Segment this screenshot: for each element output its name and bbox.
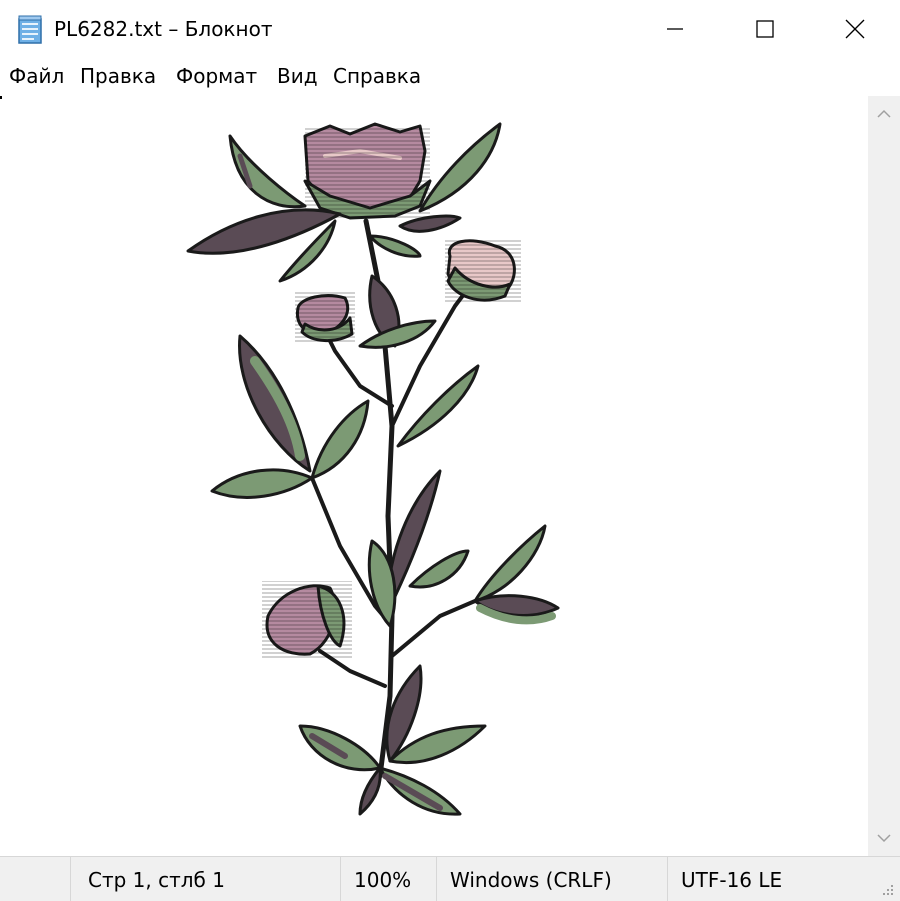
menu-view[interactable]: Вид bbox=[277, 64, 318, 88]
close-button[interactable] bbox=[810, 0, 900, 58]
maximize-icon bbox=[756, 20, 774, 38]
minimize-icon bbox=[667, 28, 683, 30]
status-bar: Стр 1, стлб 1 100% Windows (CRLF) UTF-16… bbox=[0, 856, 900, 901]
menu-edit[interactable]: Правка bbox=[80, 64, 156, 88]
title-bar[interactable]: PL6282.txt – Блокнот bbox=[0, 0, 900, 58]
status-encoding: UTF-16 LE bbox=[681, 868, 783, 892]
status-divider bbox=[340, 857, 341, 901]
notepad-icon bbox=[16, 15, 44, 45]
menu-file[interactable]: Файл bbox=[9, 64, 64, 88]
flower-ascii-art bbox=[186, 122, 560, 816]
close-icon bbox=[845, 19, 865, 39]
vertical-scrollbar[interactable] bbox=[868, 96, 900, 856]
menu-bar: Файл Правка Формат Вид Справка bbox=[0, 58, 900, 97]
text-caret bbox=[0, 96, 2, 99]
chevron-up-icon[interactable] bbox=[876, 108, 892, 120]
status-divider bbox=[436, 857, 437, 901]
menu-format[interactable]: Формат bbox=[176, 64, 257, 88]
status-zoom: 100% bbox=[354, 868, 412, 892]
status-divider bbox=[70, 857, 71, 901]
resize-grip-icon[interactable] bbox=[880, 882, 894, 896]
status-divider bbox=[667, 857, 668, 901]
menu-help[interactable]: Справка bbox=[333, 64, 421, 88]
minimize-button[interactable] bbox=[630, 0, 720, 58]
maximize-button[interactable] bbox=[720, 0, 810, 58]
chevron-down-icon[interactable] bbox=[876, 832, 892, 844]
status-line-endings: Windows (CRLF) bbox=[450, 868, 612, 892]
text-editor[interactable] bbox=[0, 96, 868, 856]
status-cursor-position: Стр 1, стлб 1 bbox=[88, 868, 225, 892]
window-title: PL6282.txt – Блокнот bbox=[54, 17, 273, 41]
